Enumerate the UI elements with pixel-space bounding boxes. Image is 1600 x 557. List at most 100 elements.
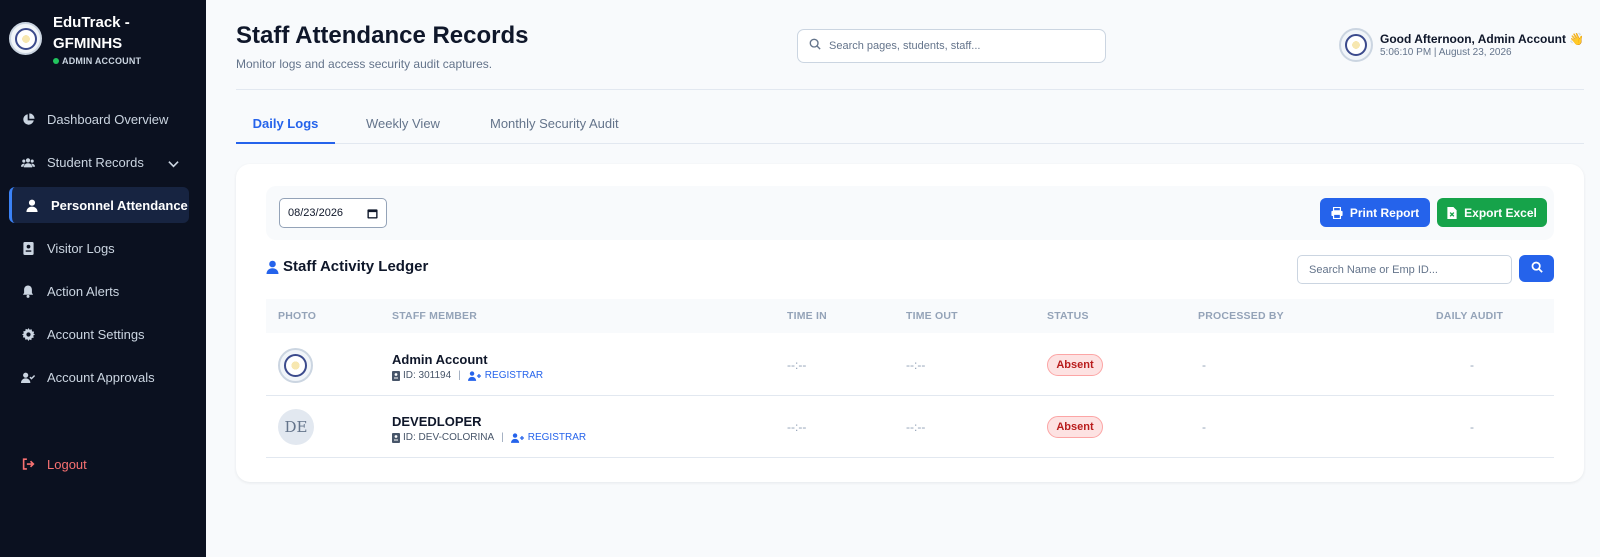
column-header-daily-audit: DAILY AUDIT — [1436, 310, 1504, 322]
export-excel-button[interactable]: Export Excel — [1437, 198, 1547, 227]
staff-photo-initials: DE — [278, 409, 314, 445]
staff-name: DEVEDLOPER — [392, 414, 482, 429]
ledger-search-input[interactable] — [1298, 256, 1511, 283]
brand-title: EduTrack - GFMINHS — [53, 14, 130, 52]
print-report-label: Print Report — [1349, 205, 1420, 220]
staff-photo — [278, 348, 313, 383]
user-icon — [25, 198, 39, 212]
sidebar-item-label: Action Alerts — [47, 283, 120, 299]
tab-weekly-view[interactable]: Weekly View — [366, 110, 440, 144]
sidebar-item-label: Visitor Logs — [47, 240, 115, 256]
global-search[interactable] — [797, 29, 1106, 63]
report-toolbar: 08/23/2026 Print Report Export Excel — [266, 186, 1554, 240]
id-badge-icon — [392, 432, 400, 443]
separator: | — [501, 432, 504, 443]
ledger-title: Staff Activity Ledger — [266, 258, 428, 275]
staff-name: Admin Account — [392, 352, 488, 367]
logout-label: Logout — [47, 456, 87, 472]
pie-chart-icon — [21, 112, 35, 126]
id-card-icon — [21, 241, 35, 255]
sidebar-item-account-settings[interactable]: Account Settings — [9, 316, 189, 352]
sidebar-item-label: Personnel Attendance — [51, 197, 188, 213]
user-profile[interactable]: Good Afternoon, Admin Account 👋 5:06:10 … — [1339, 28, 1584, 62]
header-divider — [236, 89, 1584, 90]
sidebar-item-label: Account Approvals — [47, 369, 155, 385]
column-header-staff-member: STAFF MEMBER — [392, 310, 478, 322]
school-seal-logo — [9, 22, 42, 55]
logout-button[interactable]: Logout — [9, 446, 189, 482]
separator: | — [458, 370, 461, 381]
view-tabs: Daily Logs Weekly View Monthly Security … — [236, 110, 1584, 144]
table-row[interactable]: DE DEVEDLOPER ID: DEV-COLORINA | REGISTR… — [266, 396, 1554, 458]
page-subtitle: Monitor logs and access security audit c… — [236, 57, 493, 71]
time-in: --:-- — [787, 420, 807, 434]
staff-id: ID: DEV-COLORINA — [403, 432, 495, 443]
staff-role-label: REGISTRAR — [484, 370, 544, 381]
staff-meta: ID: DEV-COLORINA | REGISTRAR — [392, 432, 586, 443]
sidebar: EduTrack - GFMINHS ADMIN ACCOUNT Dashboa… — [0, 0, 206, 557]
daily-audit: - — [1470, 358, 1474, 372]
global-search-input[interactable] — [829, 40, 1089, 52]
column-header-time-in: TIME IN — [787, 310, 827, 322]
greeting-text: Good Afternoon, Admin Account 👋 — [1380, 32, 1585, 46]
sidebar-item-label: Dashboard Overview — [47, 111, 169, 127]
chevron-down-icon — [168, 156, 179, 171]
logout-icon — [21, 457, 35, 471]
page-title: Staff Attendance Records — [236, 22, 529, 49]
staff-role-label: REGISTRAR — [527, 432, 587, 443]
gear-icon — [21, 327, 35, 341]
sidebar-item-dashboard[interactable]: Dashboard Overview — [9, 101, 189, 137]
calendar-icon[interactable] — [367, 208, 378, 222]
status-badge: Absent — [1047, 354, 1103, 376]
daily-audit: - — [1470, 420, 1474, 434]
time-in: --:-- — [787, 358, 807, 372]
staff-id: ID: 301194 — [403, 370, 452, 381]
account-role-label: ADMIN ACCOUNT — [62, 56, 142, 66]
id-badge-icon — [392, 370, 400, 381]
tab-daily-logs[interactable]: Daily Logs — [236, 110, 335, 144]
search-icon — [1531, 260, 1543, 278]
sidebar-item-action-alerts[interactable]: Action Alerts — [9, 273, 189, 309]
sidebar-item-personnel-attendance[interactable]: Personnel Attendance — [9, 187, 189, 223]
user-plus-icon — [510, 432, 524, 443]
sidebar-item-label: Account Settings — [47, 326, 145, 342]
user-check-icon — [21, 370, 35, 384]
time-out: --:-- — [906, 358, 926, 372]
sidebar-item-visitor-logs[interactable]: Visitor Logs — [9, 230, 189, 266]
processed-by: - — [1202, 420, 1206, 434]
table-header: PHOTO STAFF MEMBER TIME IN TIME OUT STAT… — [266, 299, 1554, 333]
account-role-badge: ADMIN ACCOUNT — [53, 56, 173, 66]
print-report-button[interactable]: Print Report — [1320, 198, 1430, 227]
time-out: --:-- — [906, 420, 926, 434]
status-badge: Absent — [1047, 416, 1103, 438]
sidebar-item-label: Student Records — [47, 154, 144, 170]
ledger-title-text: Staff Activity Ledger — [283, 258, 429, 275]
attendance-card: 08/23/2026 Print Report Export Excel Sta… — [236, 164, 1584, 482]
ledger-search-button[interactable] — [1519, 255, 1554, 282]
brand: EduTrack - GFMINHS ADMIN ACCOUNT — [9, 12, 173, 66]
ledger-search[interactable] — [1297, 255, 1512, 284]
date-value: 08/23/2026 — [288, 207, 344, 219]
excel-file-icon — [1447, 206, 1457, 219]
staff-role: REGISTRAR — [510, 432, 587, 443]
table-row[interactable]: Admin Account ID: 301194 | REGISTRAR --:… — [266, 334, 1554, 396]
sidebar-item-student-records[interactable]: Student Records — [9, 144, 189, 180]
column-header-time-out: TIME OUT — [906, 310, 958, 322]
staff-meta: ID: 301194 | REGISTRAR — [392, 370, 543, 381]
sidebar-item-account-approvals[interactable]: Account Approvals — [9, 359, 189, 395]
user-tie-icon — [266, 260, 279, 274]
column-header-processed-by: PROCESSED BY — [1198, 310, 1284, 322]
printer-icon — [1331, 206, 1343, 219]
online-status-dot — [53, 58, 59, 64]
column-header-status: STATUS — [1047, 310, 1089, 322]
processed-by: - — [1202, 358, 1206, 372]
staff-role: REGISTRAR — [467, 370, 544, 381]
current-datetime: 5:06:10 PM | August 23, 2026 — [1380, 47, 1512, 58]
export-excel-label: Export Excel — [1464, 205, 1537, 220]
avatar — [1339, 28, 1373, 62]
date-picker[interactable]: 08/23/2026 — [279, 198, 387, 228]
tab-monthly-security-audit[interactable]: Monthly Security Audit — [490, 110, 619, 144]
bell-icon — [21, 284, 35, 298]
column-header-photo: PHOTO — [278, 310, 317, 322]
user-plus-icon — [467, 370, 481, 381]
